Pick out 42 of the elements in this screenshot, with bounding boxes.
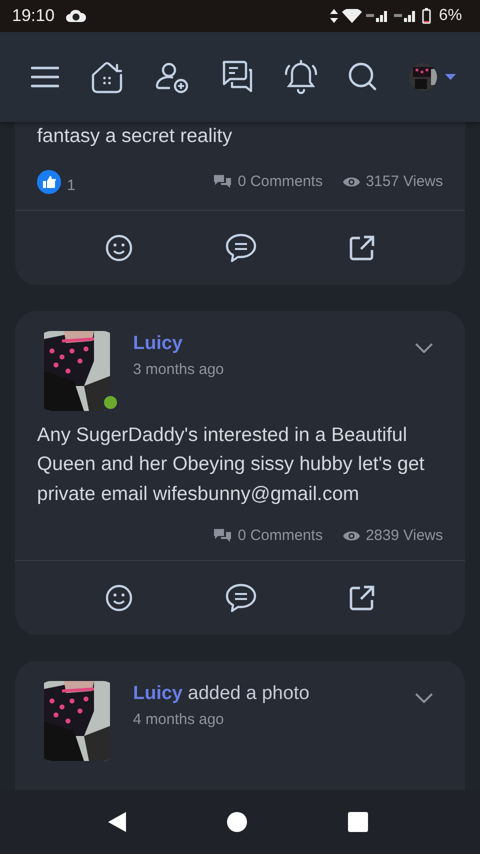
share-icon[interactable] [349, 234, 375, 260]
home-button-icon[interactable] [227, 812, 247, 832]
add-user-icon[interactable] [155, 60, 189, 94]
chevron-down-icon[interactable] [415, 693, 433, 703]
post-text: fantasy a secret reality [37, 124, 234, 149]
like-count: 1 [67, 176, 76, 194]
battery-percent: 6% [438, 7, 462, 25]
share-icon[interactable] [349, 585, 375, 611]
comments-icon [212, 174, 232, 189]
smiley-icon[interactable] [105, 584, 133, 612]
cloud-icon [64, 9, 87, 23]
eye-icon [342, 176, 360, 188]
comment-count[interactable]: 0 Comments [238, 527, 323, 544]
home-icon[interactable] [90, 60, 124, 94]
post-action: added a photo [188, 683, 310, 704]
author-link[interactable]: Luicy [133, 332, 183, 354]
view-count: 2839 Views [366, 527, 443, 544]
menu-icon[interactable] [31, 66, 59, 88]
comment-icon[interactable] [225, 582, 257, 614]
comments-icon [212, 528, 232, 543]
search-icon[interactable] [348, 62, 378, 92]
like-icon [37, 170, 61, 194]
comment-icon[interactable] [225, 232, 257, 264]
post-time: 4 months ago [133, 711, 225, 728]
signal-icon [366, 10, 390, 22]
post-time: 3 months ago [133, 360, 225, 378]
chevron-down-icon[interactable] [415, 342, 433, 352]
signal-icon [394, 10, 418, 22]
bell-icon[interactable] [285, 60, 317, 94]
battery-icon [422, 8, 431, 24]
chat-icon[interactable] [220, 60, 254, 94]
status-time: 19:10 [12, 6, 55, 26]
comment-count[interactable]: 0 Comments [238, 173, 323, 190]
author-link[interactable]: Luicy [133, 683, 183, 704]
view-count: 3157 Views [366, 173, 443, 190]
wifi-icon [342, 9, 362, 23]
eye-icon [342, 530, 360, 542]
smiley-icon[interactable] [105, 234, 133, 262]
back-icon[interactable] [108, 812, 126, 832]
data-arrows-icon [330, 9, 338, 23]
caret-icon[interactable] [445, 74, 456, 80]
post-text: Any SugerDaddy's interested in a Beautiful Queen and her Obeying sissy hubby let's get private email wifesbunny@gmail.com [37, 422, 425, 506]
